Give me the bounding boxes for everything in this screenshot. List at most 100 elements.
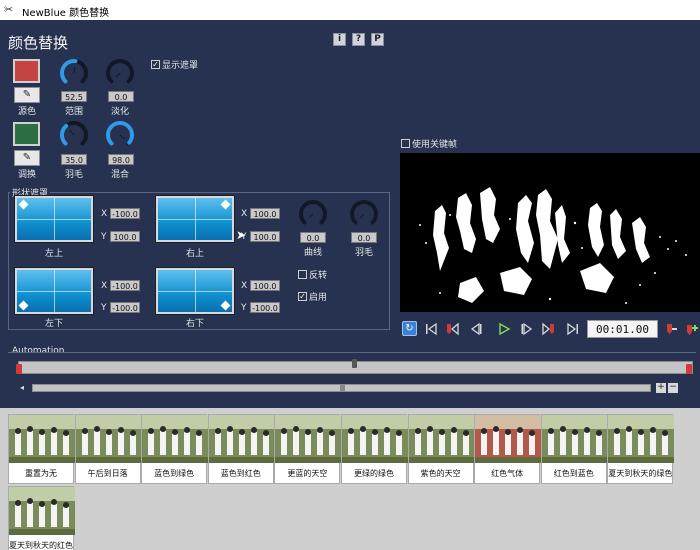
replace-color-label: 调换 [17, 170, 36, 180]
bottom-right-x-label: X [241, 281, 248, 291]
bottom-left-label: 左下 [44, 319, 63, 329]
scrollbar-thumb[interactable] [340, 385, 345, 391]
eyedropper-icon: ✎ [22, 89, 32, 100]
step-forward-icon[interactable] [520, 322, 534, 336]
keyframe-marker-icon[interactable] [16, 364, 22, 374]
bottom-right-corner-pad[interactable] [155, 267, 235, 315]
add-keyframe-icon[interactable] [684, 322, 698, 336]
play-icon[interactable] [497, 322, 511, 336]
use-keyframes-checkbox[interactable]: 使用关键帧 [401, 137, 457, 150]
top-left-corner-pad[interactable] [14, 195, 94, 243]
curve-knob[interactable] [297, 198, 329, 230]
timecode-display[interactable]: 00:01.00 [587, 320, 658, 338]
preset-thumbnail [9, 415, 75, 463]
range-knob[interactable] [58, 57, 90, 89]
preset-thumbnail [475, 415, 542, 463]
loop-button[interactable]: ↻ [402, 321, 417, 336]
checkbox-icon [401, 139, 410, 148]
previous-keyframe-icon[interactable] [445, 322, 459, 336]
top-left-x-value[interactable]: -100.0 [110, 208, 140, 219]
preset-button[interactable]: P [371, 33, 384, 46]
feather-knob[interactable] [58, 119, 90, 151]
bottom-left-corner-pad[interactable] [14, 267, 94, 315]
window-titlebar: ✂ NewBlue 颜色替换 [0, 0, 700, 20]
range-value[interactable]: 52.5 [61, 91, 87, 102]
corner-handle-icon[interactable] [18, 199, 29, 210]
blend-value[interactable]: 98.0 [108, 154, 134, 165]
top-left-y-label: Y [101, 232, 107, 242]
preset-thumbnail [9, 487, 75, 535]
eyedropper-source-button[interactable]: ✎ [14, 87, 40, 103]
top-right-x-value[interactable]: 100.0 [250, 208, 280, 219]
preset-tile[interactable]: 蓝色到红色 [207, 414, 275, 484]
automation-divider [8, 352, 696, 353]
preset-name: 更蓝的天空 [287, 469, 328, 478]
preset-tile[interactable]: 更蓝的天空 [274, 414, 342, 484]
curve-value[interactable]: 0.0 [300, 232, 326, 243]
checkbox-icon [298, 270, 307, 279]
bottom-left-x-value[interactable]: -100.0 [110, 280, 140, 291]
top-right-x-label: X [241, 209, 248, 219]
playhead-icon[interactable] [352, 359, 357, 368]
range-label: 范围 [64, 107, 83, 117]
mask-feather-label: 羽毛 [354, 248, 373, 258]
zoom-in-icon[interactable]: + [656, 383, 666, 393]
zoom-out-icon[interactable]: − [668, 383, 678, 393]
replace-color-swatch[interactable] [13, 122, 40, 146]
preset-thumbnail [408, 415, 475, 463]
feather-value[interactable]: 35.0 [61, 154, 87, 165]
feather-label: 羽毛 [64, 170, 83, 180]
top-left-x-label: X [101, 209, 108, 219]
go-to-start-icon[interactable] [424, 322, 438, 336]
preset-thumbnail [75, 415, 142, 463]
step-back-icon[interactable] [469, 322, 483, 336]
preset-tile[interactable]: 红色到蓝色 [540, 414, 608, 484]
bottom-right-y-value[interactable]: -100.0 [250, 302, 280, 313]
delete-keyframe-icon[interactable] [664, 322, 678, 336]
preset-tile[interactable]: 更绿的绿色 [341, 414, 408, 484]
show-mask-label: 显示遮罩 [162, 61, 199, 71]
preset-name: 夏天到秋天的绿色 [608, 469, 673, 478]
preset-tile[interactable]: 重置为无 [8, 414, 75, 484]
top-left-y-value[interactable]: 100.0 [110, 231, 140, 242]
next-keyframe-icon[interactable] [542, 322, 556, 336]
show-mask-checkbox[interactable]: ✓ 显示遮罩 [151, 58, 198, 71]
top-right-y-value[interactable]: 100.0 [250, 231, 280, 242]
go-to-end-icon[interactable] [566, 322, 580, 336]
top-left-label: 左上 [44, 249, 63, 259]
mask-feather-knob[interactable] [348, 198, 380, 230]
mouse-cursor-icon: ➤ [236, 228, 247, 242]
corner-handle-icon[interactable] [18, 300, 29, 311]
info-button[interactable]: i [333, 33, 346, 46]
help-button[interactable]: ? [352, 33, 365, 46]
mask-feather-value[interactable]: 0.0 [351, 232, 377, 243]
preset-tile[interactable]: 蓝色到绿色 [141, 414, 209, 484]
bottom-left-x-label: X [101, 281, 108, 291]
preset-tile[interactable]: 夏天到秋天的绿色 [607, 414, 675, 484]
bottom-left-y-value[interactable]: -100.0 [110, 302, 140, 313]
corner-handle-icon[interactable] [220, 199, 231, 210]
preset-tile[interactable]: 红色气体 [474, 414, 542, 484]
top-right-corner-pad[interactable] [155, 195, 235, 243]
fade-label: 淡化 [110, 107, 129, 117]
enable-label: 启用 [309, 293, 328, 303]
eyedropper-replace-button[interactable]: ✎ [14, 150, 40, 166]
corner-handle-icon[interactable] [220, 300, 231, 311]
preset-tile[interactable]: 夏天到秋天的红色 [8, 486, 75, 550]
preset-tile[interactable]: 午后到日落 [74, 414, 142, 484]
source-color-label: 源色 [17, 107, 36, 117]
invert-checkbox[interactable]: 反转 [298, 268, 327, 281]
blend-knob[interactable] [104, 119, 136, 151]
curve-label: 曲线 [303, 248, 322, 258]
fade-value[interactable]: 0.0 [108, 91, 134, 102]
enable-checkbox[interactable]: ✓ 启用 [298, 290, 327, 303]
blend-label: 混合 [110, 170, 129, 180]
source-color-swatch[interactable] [13, 59, 40, 83]
preset-name: 红色到蓝色 [553, 469, 594, 478]
preset-name: 重置为无 [25, 469, 57, 478]
keyframe-marker-icon[interactable] [686, 364, 692, 374]
scroll-left-icon[interactable]: ◂ [20, 383, 28, 393]
bottom-right-x-value[interactable]: 100.0 [250, 280, 280, 291]
fade-knob[interactable] [104, 57, 136, 89]
preset-tile[interactable]: 紫色的天空 [407, 414, 475, 484]
